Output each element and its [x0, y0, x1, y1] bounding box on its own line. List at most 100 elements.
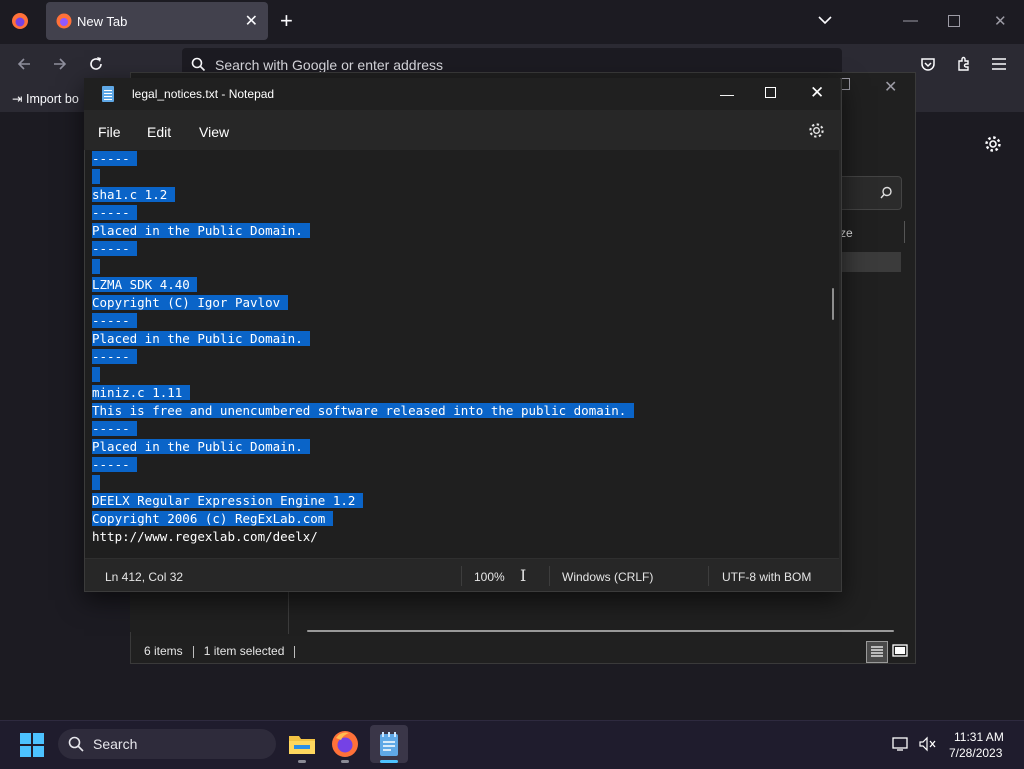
running-indicator — [298, 760, 306, 763]
text-line — [92, 258, 634, 276]
tab-close-icon[interactable]: ✕ — [245, 11, 258, 31]
text-line: LZMA SDK 4.40 — [92, 276, 634, 294]
tab-title: New Tab — [77, 14, 128, 29]
firefox-taskbar-icon[interactable] — [329, 728, 361, 760]
text-line-content: Copyright (C) Igor Pavlov — [92, 295, 288, 310]
pane-divider[interactable] — [288, 590, 289, 634]
file-explorer-taskbar-icon[interactable] — [286, 728, 318, 760]
start-button[interactable] — [20, 733, 44, 757]
text-line: Copyright 2006 (c) RegExLab.com — [92, 510, 634, 528]
text-line-content: ----- — [92, 421, 138, 436]
selection-count: 1 item selected — [203, 644, 285, 658]
text-line-content: ----- — [92, 205, 138, 220]
back-icon[interactable] — [16, 56, 32, 77]
text-line-content: Placed in the Public Domain. — [92, 439, 311, 454]
notepad-app-icon — [102, 86, 114, 102]
mouse-ibeam-cursor-icon: I — [520, 566, 527, 585]
text-line-content: Copyright 2006 (c) RegExLab.com — [92, 511, 333, 526]
text-line-content: ----- — [92, 349, 138, 364]
text-line: Copyright (C) Igor Pavlov — [92, 294, 634, 312]
column-divider[interactable] — [904, 221, 905, 243]
text-line — [92, 474, 634, 492]
text-line: http://www.regexlab.com/deelx/ — [92, 528, 634, 546]
menu-file[interactable]: File — [98, 124, 121, 140]
text-line-content: sha1.c 1.2 — [92, 187, 175, 202]
search-icon — [880, 186, 892, 199]
text-line-content — [92, 367, 100, 382]
text-line-content: ----- — [92, 241, 138, 256]
text-line: ----- — [92, 312, 634, 330]
status-separator — [549, 566, 550, 586]
notepad-minimize-button[interactable]: — — [720, 86, 734, 102]
running-indicator — [341, 760, 349, 763]
extensions-icon[interactable] — [956, 56, 972, 77]
network-icon[interactable] — [892, 736, 908, 757]
notepad-window-title: legal_notices.txt - Notepad — [132, 87, 275, 101]
editor-text: ----- sha1.c 1.2 ----- Placed in the Pub… — [92, 150, 634, 546]
firefox-favicon-icon — [56, 13, 72, 29]
new-tab-settings-icon[interactable] — [984, 135, 1002, 158]
import-bookmarks-button[interactable]: ⇥ Import bo — [12, 91, 79, 106]
menu-edit[interactable]: Edit — [147, 124, 171, 140]
clock-time[interactable]: 11:31 AM — [954, 730, 1004, 744]
firefox-restore-button[interactable] — [948, 15, 960, 27]
search-icon — [191, 57, 206, 72]
explorer-close-button[interactable]: ✕ — [884, 77, 897, 97]
settings-gear-icon[interactable] — [808, 122, 825, 144]
encoding: UTF-8 with BOM — [722, 570, 812, 584]
pocket-icon[interactable] — [920, 56, 936, 77]
firefox-view-icon[interactable] — [11, 12, 29, 35]
text-line-content: DEELX Regular Expression Engine 1.2 — [92, 493, 363, 508]
text-line: Placed in the Public Domain. — [92, 330, 634, 348]
details-view-icon[interactable] — [866, 641, 888, 663]
text-line: Placed in the Public Domain. — [92, 222, 634, 240]
notepad-close-button[interactable]: ✕ — [810, 83, 824, 103]
forward-icon[interactable] — [52, 56, 68, 77]
text-line: DEELX Regular Expression Engine 1.2 — [92, 492, 634, 510]
status-separator — [708, 566, 709, 586]
text-line: This is free and unencumbered software r… — [92, 402, 634, 420]
reload-icon[interactable] — [88, 56, 104, 77]
list-all-tabs-icon[interactable] — [818, 12, 832, 30]
text-line: miniz.c 1.11 — [92, 384, 634, 402]
cursor-position: Ln 412, Col 32 — [105, 570, 184, 584]
explorer-search-box[interactable] — [838, 176, 902, 210]
tab-new-tab[interactable]: New Tab ✕ — [46, 2, 268, 40]
explorer-status-bar: 6 items 1 item selected — [144, 644, 305, 658]
notepad-taskbar-icon[interactable] — [373, 728, 405, 760]
text-line: ----- — [92, 150, 634, 168]
address-placeholder: Search with Google or enter address — [215, 57, 444, 73]
selected-file-row[interactable] — [840, 252, 901, 272]
text-line-content: miniz.c 1.11 — [92, 385, 190, 400]
firefox-close-button[interactable]: ✕ — [994, 12, 1007, 30]
taskbar-search-box[interactable]: Search — [58, 729, 276, 759]
taskbar-search-label: Search — [93, 736, 138, 752]
line-endings: Windows (CRLF) — [562, 570, 654, 584]
text-line-content — [92, 475, 100, 490]
text-line-content: LZMA SDK 4.40 — [92, 277, 198, 292]
large-icons-view-icon[interactable] — [890, 641, 910, 661]
zoom-level: 100% — [474, 570, 505, 584]
text-line-content: ----- — [92, 151, 138, 166]
search-icon — [68, 736, 84, 752]
clock-date[interactable]: 7/28/2023 — [949, 746, 1002, 760]
text-line-content: Placed in the Public Domain. — [92, 223, 311, 238]
text-line: ----- — [92, 240, 634, 258]
notepad-maximize-button[interactable] — [765, 87, 776, 98]
app-menu-icon[interactable] — [992, 57, 1006, 75]
text-line: ----- — [92, 456, 634, 474]
volume-muted-icon[interactable] — [918, 736, 936, 757]
text-line-content: ----- — [92, 313, 138, 328]
text-editor-area[interactable]: ----- sha1.c 1.2 ----- Placed in the Pub… — [85, 150, 839, 558]
new-tab-button[interactable]: + — [280, 10, 293, 32]
text-line-content — [92, 259, 100, 274]
text-line: Placed in the Public Domain. — [92, 438, 634, 456]
notepad-menu-bar — [84, 110, 840, 150]
firefox-minimize-button[interactable]: — — [903, 12, 918, 29]
menu-view[interactable]: View — [199, 124, 229, 140]
text-line-content: Placed in the Public Domain. — [92, 331, 311, 346]
text-line: ----- — [92, 420, 634, 438]
horizontal-scrollbar[interactable] — [307, 630, 894, 632]
text-line-content: This is free and unencumbered software r… — [92, 403, 634, 418]
vertical-scrollbar-thumb[interactable] — [832, 288, 834, 320]
